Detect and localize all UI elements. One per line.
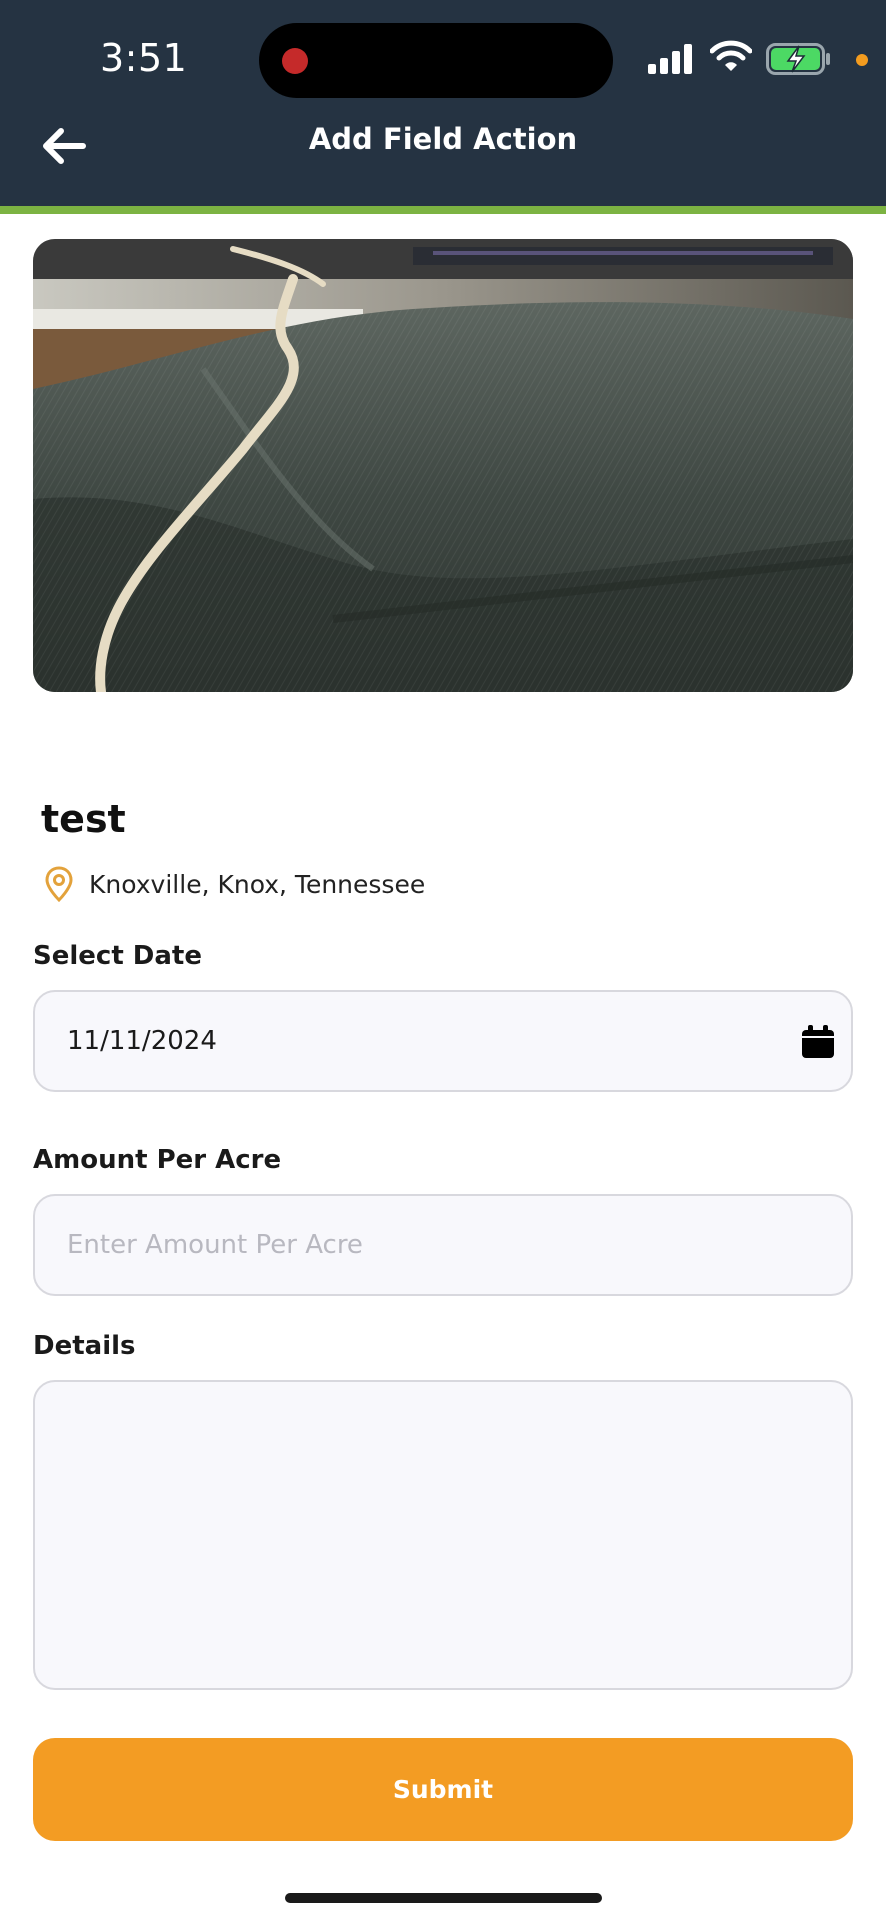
submit-button[interactable]: Submit bbox=[33, 1738, 853, 1841]
field-location: Knoxville, Knox, Tennessee bbox=[45, 864, 425, 904]
wifi-icon bbox=[710, 40, 752, 71]
calendar-icon[interactable] bbox=[801, 1025, 835, 1059]
recording-indicator-icon bbox=[282, 48, 308, 74]
home-indicator[interactable] bbox=[285, 1893, 602, 1903]
date-value: 11/11/2024 bbox=[67, 1026, 217, 1056]
page-title: Add Field Action bbox=[308, 122, 578, 156]
details-label: Details bbox=[33, 1331, 136, 1361]
signal-icon bbox=[648, 44, 692, 74]
privacy-indicator-icon bbox=[856, 54, 868, 66]
app-header: 3:51 Add Field Action bbox=[0, 0, 886, 214]
dynamic-island bbox=[259, 23, 613, 98]
field-name: test bbox=[41, 797, 126, 841]
date-input[interactable]: 11/11/2024 bbox=[33, 990, 853, 1092]
battery-charging-icon bbox=[766, 43, 830, 75]
location-text: Knoxville, Knox, Tennessee bbox=[89, 869, 426, 899]
status-time: 3:51 bbox=[100, 36, 188, 80]
amount-per-acre-input[interactable] bbox=[33, 1194, 853, 1296]
map-pin-icon bbox=[45, 866, 73, 902]
field-photo-image bbox=[33, 239, 853, 692]
select-date-label: Select Date bbox=[33, 941, 202, 971]
field-photo bbox=[33, 239, 853, 692]
amount-per-acre-label: Amount Per Acre bbox=[33, 1145, 282, 1175]
details-input[interactable] bbox=[33, 1380, 853, 1690]
